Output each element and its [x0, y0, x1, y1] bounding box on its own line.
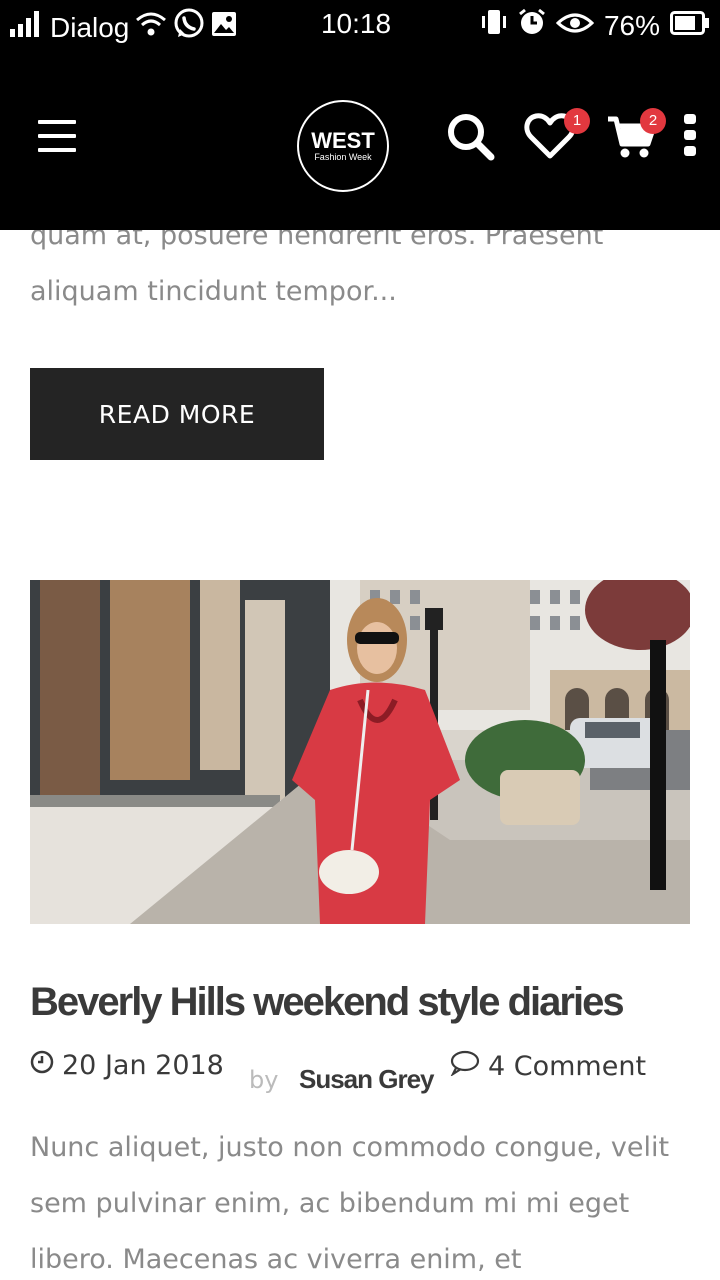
status-bar-right: 76% — [480, 8, 710, 43]
clock-icon — [30, 1050, 54, 1081]
site-logo[interactable]: WEST Fashion Week — [297, 100, 389, 192]
wishlist-count-badge: 1 — [564, 108, 590, 134]
battery-percent: 76% — [603, 9, 660, 41]
battery-icon — [670, 10, 710, 42]
post-date-text: 20 Jan 2018 — [62, 1050, 224, 1081]
vibrate-icon — [480, 8, 508, 43]
eye-icon — [555, 10, 595, 42]
cart-count-badge: 2 — [640, 108, 666, 134]
post-excerpt: Nunc aliquet, justo non commodo congue, … — [30, 1132, 670, 1275]
post-featured-image[interactable] — [30, 580, 690, 924]
comment-icon — [450, 1050, 480, 1083]
menu-icon[interactable] — [38, 120, 76, 154]
cart-icon — [606, 116, 657, 164]
search-icon[interactable] — [446, 112, 496, 166]
post-title[interactable]: Beverly Hills weekend style diaries — [30, 980, 690, 1025]
post-author[interactable]: Susan Grey — [299, 1064, 435, 1095]
post-comments[interactable]: 4 Comment — [450, 1050, 646, 1083]
logo-main-text: WEST — [311, 128, 375, 153]
status-bar: Dialog 10:18 76% — [0, 0, 720, 52]
post-comments-text: 4 Comment — [488, 1051, 647, 1082]
post-meta: 20 Jan 2018 by Susan Grey 4 Comment — [30, 1046, 690, 1096]
by-label: by — [249, 1066, 279, 1094]
post-date: 20 Jan 2018 — [30, 1050, 224, 1081]
more-vertical-icon[interactable] — [682, 114, 698, 160]
cart-button[interactable]: 2 — [606, 108, 666, 164]
app-header: WEST Fashion Week 1 2 — [0, 52, 720, 230]
read-more-button[interactable]: READ MORE — [30, 368, 324, 460]
wishlist-button[interactable]: 1 — [524, 108, 590, 164]
heart-icon — [524, 113, 576, 164]
alarm-icon — [518, 8, 546, 43]
